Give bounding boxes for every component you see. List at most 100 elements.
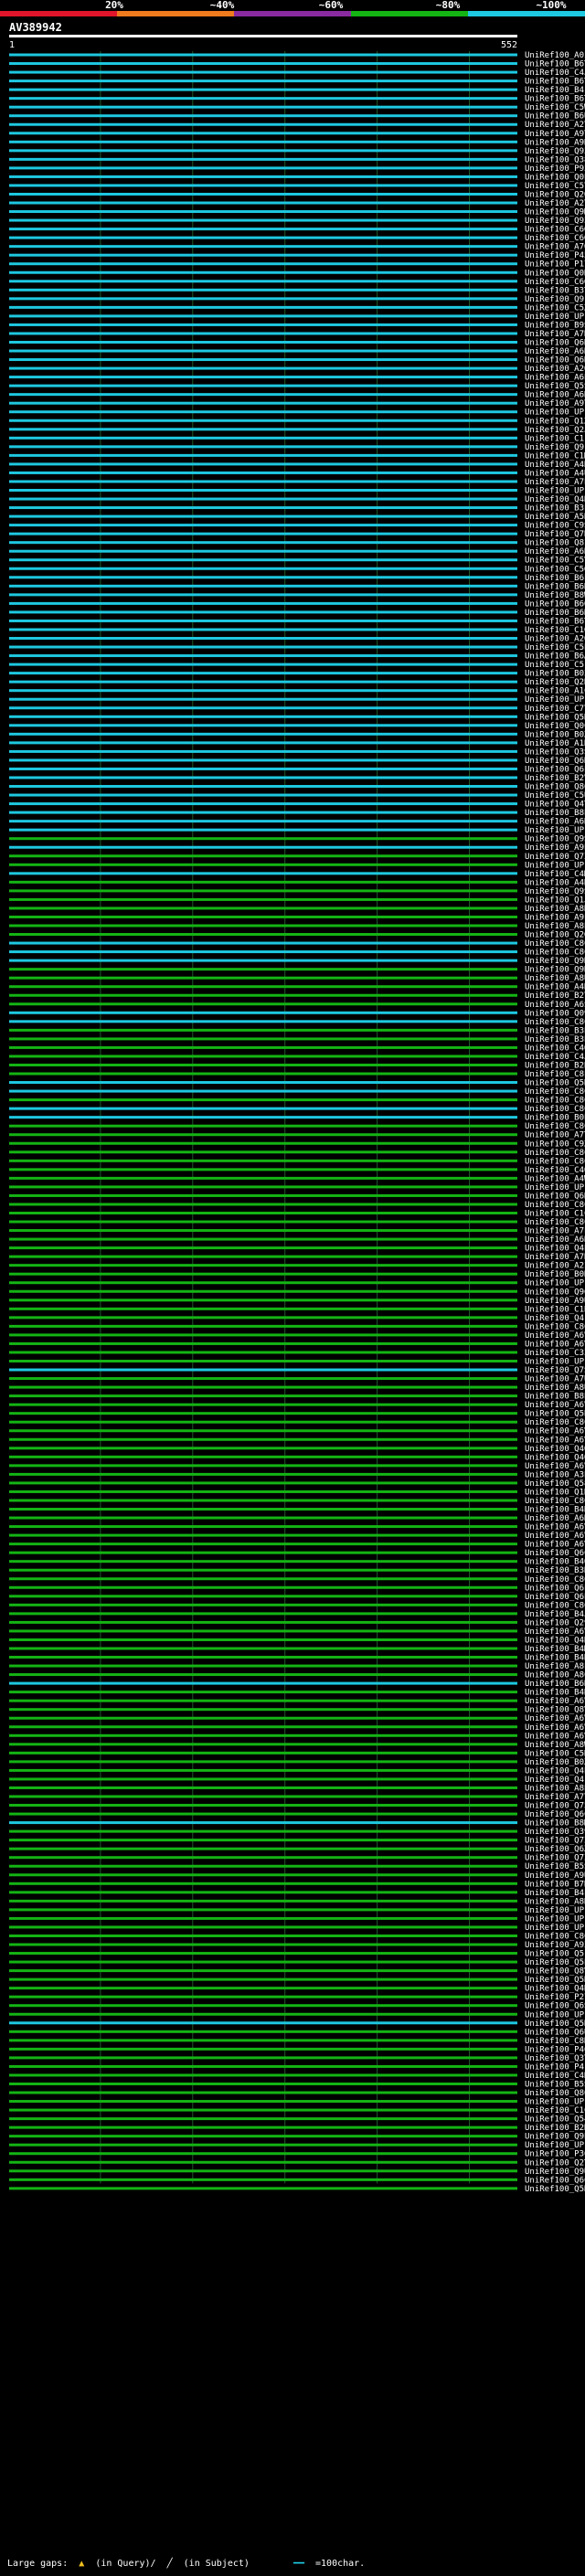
hit-label[interactable]: UniRef100_Q4F451 (525, 1314, 585, 1323)
hit-label[interactable]: UniRef100_UP1000.. (525, 313, 585, 322)
hit-bar[interactable] (9, 1316, 517, 1320)
hit-bar[interactable] (9, 1351, 517, 1354)
hit-bar[interactable] (9, 1934, 517, 1937)
hit-label[interactable]: UniRef100_B0X5B8 (525, 1758, 585, 1767)
hit-label[interactable]: UniRef100_C1C0F4 (525, 2106, 585, 2115)
hit-bar[interactable] (9, 941, 517, 945)
hit-label[interactable]: UniRef100_Q7R7Z3 (525, 530, 585, 539)
hit-bar[interactable] (9, 1542, 517, 1546)
hit-label[interactable]: UniRef100_C8CLP7 (525, 1497, 585, 1506)
hit-bar[interactable] (9, 453, 517, 457)
hit-label[interactable]: UniRef100_B8PJ90 (525, 1393, 585, 1402)
hit-label[interactable]: UniRef100_C8LRD5 (525, 1070, 585, 1079)
hit-bar[interactable] (9, 1176, 517, 1180)
hit-label[interactable]: UniRef100_Q4Q0X7 (525, 1445, 585, 1454)
hit-label[interactable]: UniRef100_C5UHT0 (525, 791, 585, 800)
hit-bar[interactable] (9, 1873, 517, 1877)
hit-label[interactable]: UniRef100_A8W757 (525, 1741, 585, 1750)
hit-bar[interactable] (9, 1525, 517, 1529)
hit-label[interactable]: UniRef100_Q7ZV96 (525, 1837, 585, 1846)
hit-bar[interactable] (9, 689, 517, 693)
hit-label[interactable]: UniRef100_C8CLQ6 (525, 1322, 585, 1331)
hit-bar[interactable] (9, 1412, 517, 1415)
hit-bar[interactable] (9, 140, 517, 143)
hit-bar[interactable] (9, 1385, 517, 1389)
hit-bar[interactable] (9, 593, 517, 597)
hit-bar[interactable] (9, 1629, 517, 1633)
hit-bar[interactable] (9, 1037, 517, 1041)
hit-label[interactable]: UniRef100_Q38HD5 (525, 155, 585, 164)
hit-label[interactable]: UniRef100_Q0CBX9 (525, 722, 585, 731)
hit-bar[interactable] (9, 889, 517, 893)
hit-label[interactable]: UniRef100_B8MF13 (525, 1819, 585, 1829)
hit-bar[interactable] (9, 1969, 517, 1973)
hit-bar[interactable] (9, 1960, 517, 1964)
hit-label[interactable]: UniRef100_UP1000.. (525, 2098, 585, 2107)
hit-bar[interactable] (9, 1324, 517, 1328)
hit-bar[interactable] (9, 1795, 517, 1798)
hit-bar[interactable] (9, 950, 517, 954)
hit-bar[interactable] (9, 1995, 517, 1998)
hit-label[interactable]: UniRef100_A4UER0 (525, 469, 585, 478)
hit-label[interactable]: UniRef100_Q8VQZ5 (525, 1706, 585, 1715)
hit-bar[interactable] (9, 1229, 517, 1233)
hit-label[interactable]: UniRef100_B4KHU3 (525, 1689, 585, 1698)
hit-bar[interactable] (9, 1264, 517, 1267)
hit-bar[interactable] (9, 1620, 517, 1624)
hit-label[interactable]: UniRef100_B0P8W4 (525, 1114, 585, 1123)
hit-label[interactable]: UniRef100_B6KKD9 (525, 582, 585, 591)
hit-label[interactable]: UniRef100_B7NZG2 (525, 1880, 585, 1889)
hit-label[interactable]: UniRef100_C5WTC9 (525, 103, 585, 112)
hit-label[interactable]: UniRef100_C5DNR0 (525, 1749, 585, 1758)
hit-label[interactable]: UniRef100_Q6LC31 (525, 1584, 585, 1593)
hit-label[interactable]: UniRef100_C8CL09 (525, 939, 585, 949)
hit-label[interactable]: UniRef100_A6VM90 (525, 1541, 585, 1550)
hit-bar[interactable] (9, 2039, 517, 2042)
hit-bar[interactable] (9, 1063, 517, 1066)
hit-label[interactable]: UniRef100_C8CLP6 (525, 949, 585, 958)
hit-label[interactable]: UniRef100_B5SW76 (525, 1862, 585, 1871)
hit-label[interactable]: UniRef100_C6GWZ6 (525, 226, 585, 235)
hit-label[interactable]: UniRef100_A2TIS9 (525, 199, 585, 208)
hit-bar[interactable] (9, 1185, 517, 1189)
hit-label[interactable]: UniRef100_Q6SE13 (525, 2002, 585, 2011)
hit-bar[interactable] (9, 1437, 517, 1441)
hit-bar[interactable] (9, 854, 517, 858)
hit-bar[interactable] (9, 1211, 517, 1214)
hit-label[interactable]: UniRef100_A9ZT84 (525, 1941, 585, 1950)
hit-bar[interactable] (9, 2152, 517, 2156)
hit-label[interactable]: UniRef100_A9USG7 (525, 1871, 585, 1881)
hit-label[interactable]: UniRef100_Q967R7 (525, 1288, 585, 1297)
hit-label[interactable]: UniRef100_A6R237 (525, 547, 585, 557)
hit-label[interactable]: UniRef100_Q4P991 (525, 1766, 585, 1776)
hit-bar[interactable] (9, 1743, 517, 1746)
hit-bar[interactable] (9, 462, 517, 466)
hit-bar[interactable] (9, 2160, 517, 2164)
hit-label[interactable]: UniRef100_A4HS71 (525, 983, 585, 992)
hit-label[interactable]: UniRef100_A6VMH7 (525, 1401, 585, 1410)
hit-label[interactable]: UniRef100_C4QUN9 (525, 1166, 585, 1175)
hit-label[interactable]: UniRef100_C7YRZ3 (525, 705, 585, 714)
hit-bar[interactable] (9, 2056, 517, 2060)
hit-bar[interactable] (9, 1891, 517, 1894)
hit-label[interactable]: UniRef100_Q8VSS0 (525, 1967, 585, 1977)
hit-label[interactable]: UniRef100_B4MR05 (525, 1645, 585, 1654)
hit-bar[interactable] (9, 393, 517, 397)
hit-label[interactable]: UniRef100_Q9FUN3 (525, 295, 585, 304)
hit-label[interactable]: UniRef100_A2I3W7 (525, 1262, 585, 1271)
hit-bar[interactable] (9, 1829, 517, 1833)
hit-bar[interactable] (9, 1847, 517, 1850)
hit-label[interactable]: UniRef100_UP1000.. (525, 2141, 585, 2150)
hit-bar[interactable] (9, 314, 517, 318)
hit-label[interactable]: UniRef100_B5SQ03 (525, 2080, 585, 2089)
hit-label[interactable]: UniRef100_UP1000.. (525, 1924, 585, 1933)
hit-bar[interactable] (9, 1751, 517, 1754)
hit-label[interactable]: UniRef100_A9TV02 (525, 399, 585, 408)
hit-label[interactable]: UniRef100_Q93VT9 (525, 147, 585, 156)
hit-bar[interactable] (9, 1141, 517, 1145)
hit-label[interactable]: UniRef100_C8CLQ7 (525, 1418, 585, 1427)
hit-label[interactable]: UniRef100_A6R2T7 (525, 818, 585, 827)
hit-bar[interactable] (9, 610, 517, 614)
hit-bar[interactable] (9, 2135, 517, 2138)
hit-label[interactable]: UniRef100_A7RJH6 (525, 1253, 585, 1262)
